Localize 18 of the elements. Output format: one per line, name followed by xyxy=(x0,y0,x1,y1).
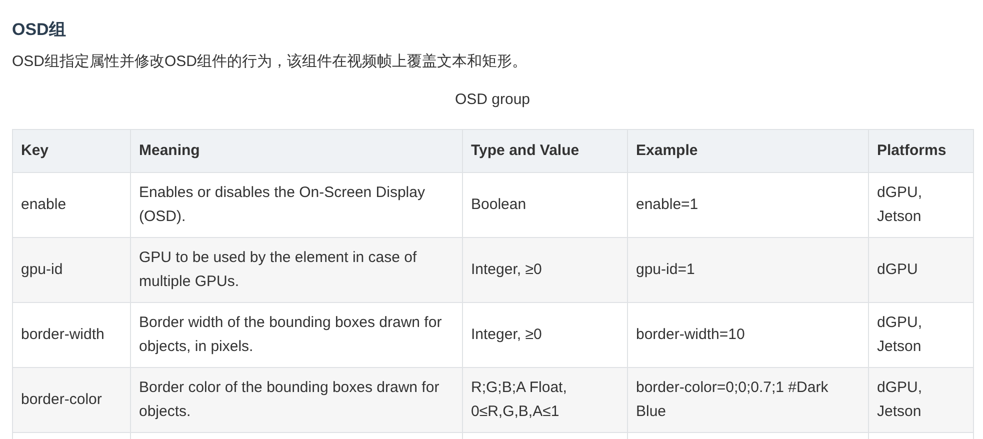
section-heading: OSD组 xyxy=(12,19,67,41)
column-header: Key xyxy=(12,130,130,172)
table-cell: border-color xyxy=(12,368,130,432)
column-header: Meaning xyxy=(130,130,462,172)
table-cell: dGPU, Jetson xyxy=(868,368,974,432)
table-cell: Integer, ≥0 xyxy=(462,238,628,302)
column-header: Example xyxy=(628,130,868,172)
table-cell: dGPU xyxy=(868,238,974,302)
table-cell: border-color=0;0;0.7;1 #Dark Blue xyxy=(628,368,868,432)
table-cell: gpu-id xyxy=(12,238,130,302)
column-header: Type and Value xyxy=(462,130,628,172)
table-cell: R;G;B;A Float, 0≤R,G,B,A≤1 xyxy=(462,368,628,432)
table-cell: GPU to be used by the element in case of multiple GPUs. xyxy=(130,238,462,302)
description: OSD组指定属性并修改OSD组件的行为，该组件在视频帧上覆盖文本和矩形。 xyxy=(12,52,528,72)
table-caption: OSD group xyxy=(454,91,530,108)
column-header: Platforms xyxy=(868,130,974,172)
table-cell: Border color of the bounding boxes drawn for objects. xyxy=(130,368,462,432)
table-cell: gpu-id=1 xyxy=(628,238,868,302)
